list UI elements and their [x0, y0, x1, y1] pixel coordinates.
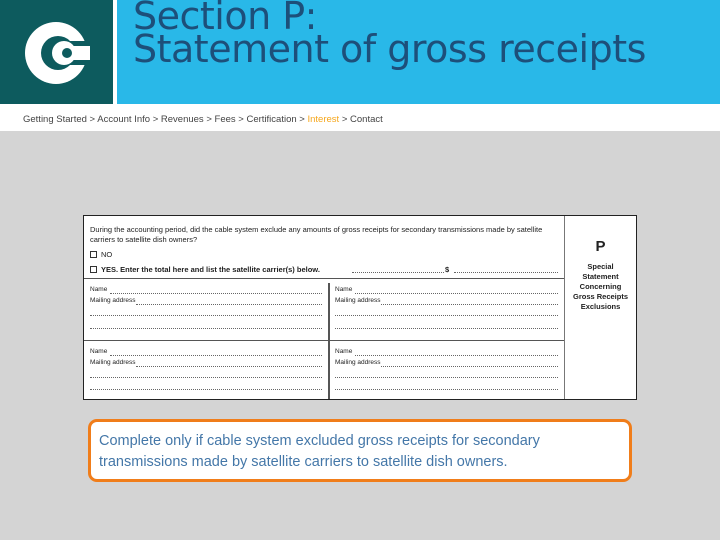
- breadcrumb-item-contact[interactable]: Contact: [350, 114, 383, 125]
- breadcrumb: Getting Started > Account Info > Revenue…: [23, 114, 383, 125]
- instruction-callout: Complete only if cable system excluded g…: [88, 419, 632, 482]
- copyright-office-c-logo-icon: [25, 22, 90, 84]
- side-letter: P: [595, 238, 606, 255]
- breadcrumb-separator: >: [206, 114, 212, 125]
- form-column-separator: [328, 283, 330, 399]
- amount-line-2: [454, 272, 558, 273]
- option-yes-label: YES. Enter the total here and list the s…: [101, 265, 320, 274]
- breadcrumb-separator: >: [341, 114, 348, 125]
- form-row-separator: [84, 278, 564, 279]
- field-line: [335, 389, 558, 390]
- field-name-label: Name: [335, 286, 353, 293]
- field-line: [335, 315, 558, 316]
- field-mailing-address-label: Mailing address: [90, 359, 136, 366]
- breadcrumb-item-revenues[interactable]: Revenues: [161, 114, 204, 125]
- field-name-label: Name: [90, 286, 108, 293]
- field-line: [136, 304, 322, 305]
- field-line: [335, 377, 558, 378]
- logo: [0, 0, 113, 107]
- form-row-separator: [84, 340, 564, 341]
- field-line: [355, 293, 558, 294]
- option-yes: YES. Enter the total here and list the s…: [90, 265, 320, 274]
- instruction-text: Complete only if cable system excluded g…: [99, 433, 540, 470]
- field-line: [90, 315, 322, 316]
- field-name-label: Name: [335, 348, 353, 355]
- breadcrumb-item-certification[interactable]: Certification: [246, 114, 296, 125]
- field-line: [110, 293, 322, 294]
- option-no-label: NO: [101, 250, 113, 259]
- amount-symbol: $: [445, 265, 450, 274]
- breadcrumb-item-fees[interactable]: Fees: [215, 114, 236, 125]
- form-side-column: P Special Statement Concerning Gross Rec…: [564, 216, 636, 399]
- field-line: [90, 389, 322, 390]
- breadcrumb-separator: >: [238, 114, 244, 125]
- breadcrumb-separator: >: [152, 114, 159, 125]
- field-line: [136, 366, 322, 367]
- side-label-line: Concerning: [579, 282, 622, 291]
- side-label-line: Exclusions: [580, 302, 621, 311]
- form-question: During the accounting period, did the ca…: [90, 225, 543, 244]
- breadcrumb-item-getting-started[interactable]: Getting Started: [23, 114, 87, 125]
- page-title-line-2: Statement of gross receipts: [133, 27, 646, 71]
- field-line: [381, 366, 558, 367]
- page-title: Section P: Statement of gross receipts: [133, 0, 713, 71]
- field-mailing-address-label: Mailing address: [90, 297, 136, 304]
- side-label: Special Statement Concerning Gross Recei…: [565, 262, 636, 312]
- field-line: [355, 355, 558, 356]
- amount-line: [352, 272, 444, 273]
- form-excerpt-image: During the accounting period, did the ca…: [83, 215, 637, 400]
- side-label-line: Special: [587, 262, 614, 271]
- field-line: [90, 377, 322, 378]
- breadcrumb-item-interest[interactable]: Interest: [308, 114, 340, 125]
- field-line: [381, 304, 558, 305]
- field-mailing-address-label: Mailing address: [335, 297, 381, 304]
- checkbox-no-icon: [90, 251, 97, 258]
- field-line: [90, 328, 322, 329]
- breadcrumb-separator: >: [299, 114, 305, 125]
- side-label-line: Statement: [582, 272, 619, 281]
- field-line: [335, 328, 558, 329]
- field-mailing-address-label: Mailing address: [335, 359, 381, 366]
- field-name-label: Name: [90, 348, 108, 355]
- checkbox-yes-icon: [90, 266, 97, 273]
- field-line: [110, 355, 322, 356]
- breadcrumb-separator: >: [89, 114, 96, 125]
- logo-divider: [113, 0, 117, 107]
- option-no: NO: [90, 250, 112, 259]
- breadcrumb-item-account-info[interactable]: Account Info: [97, 114, 150, 125]
- side-label-line: Gross Receipts: [572, 292, 629, 301]
